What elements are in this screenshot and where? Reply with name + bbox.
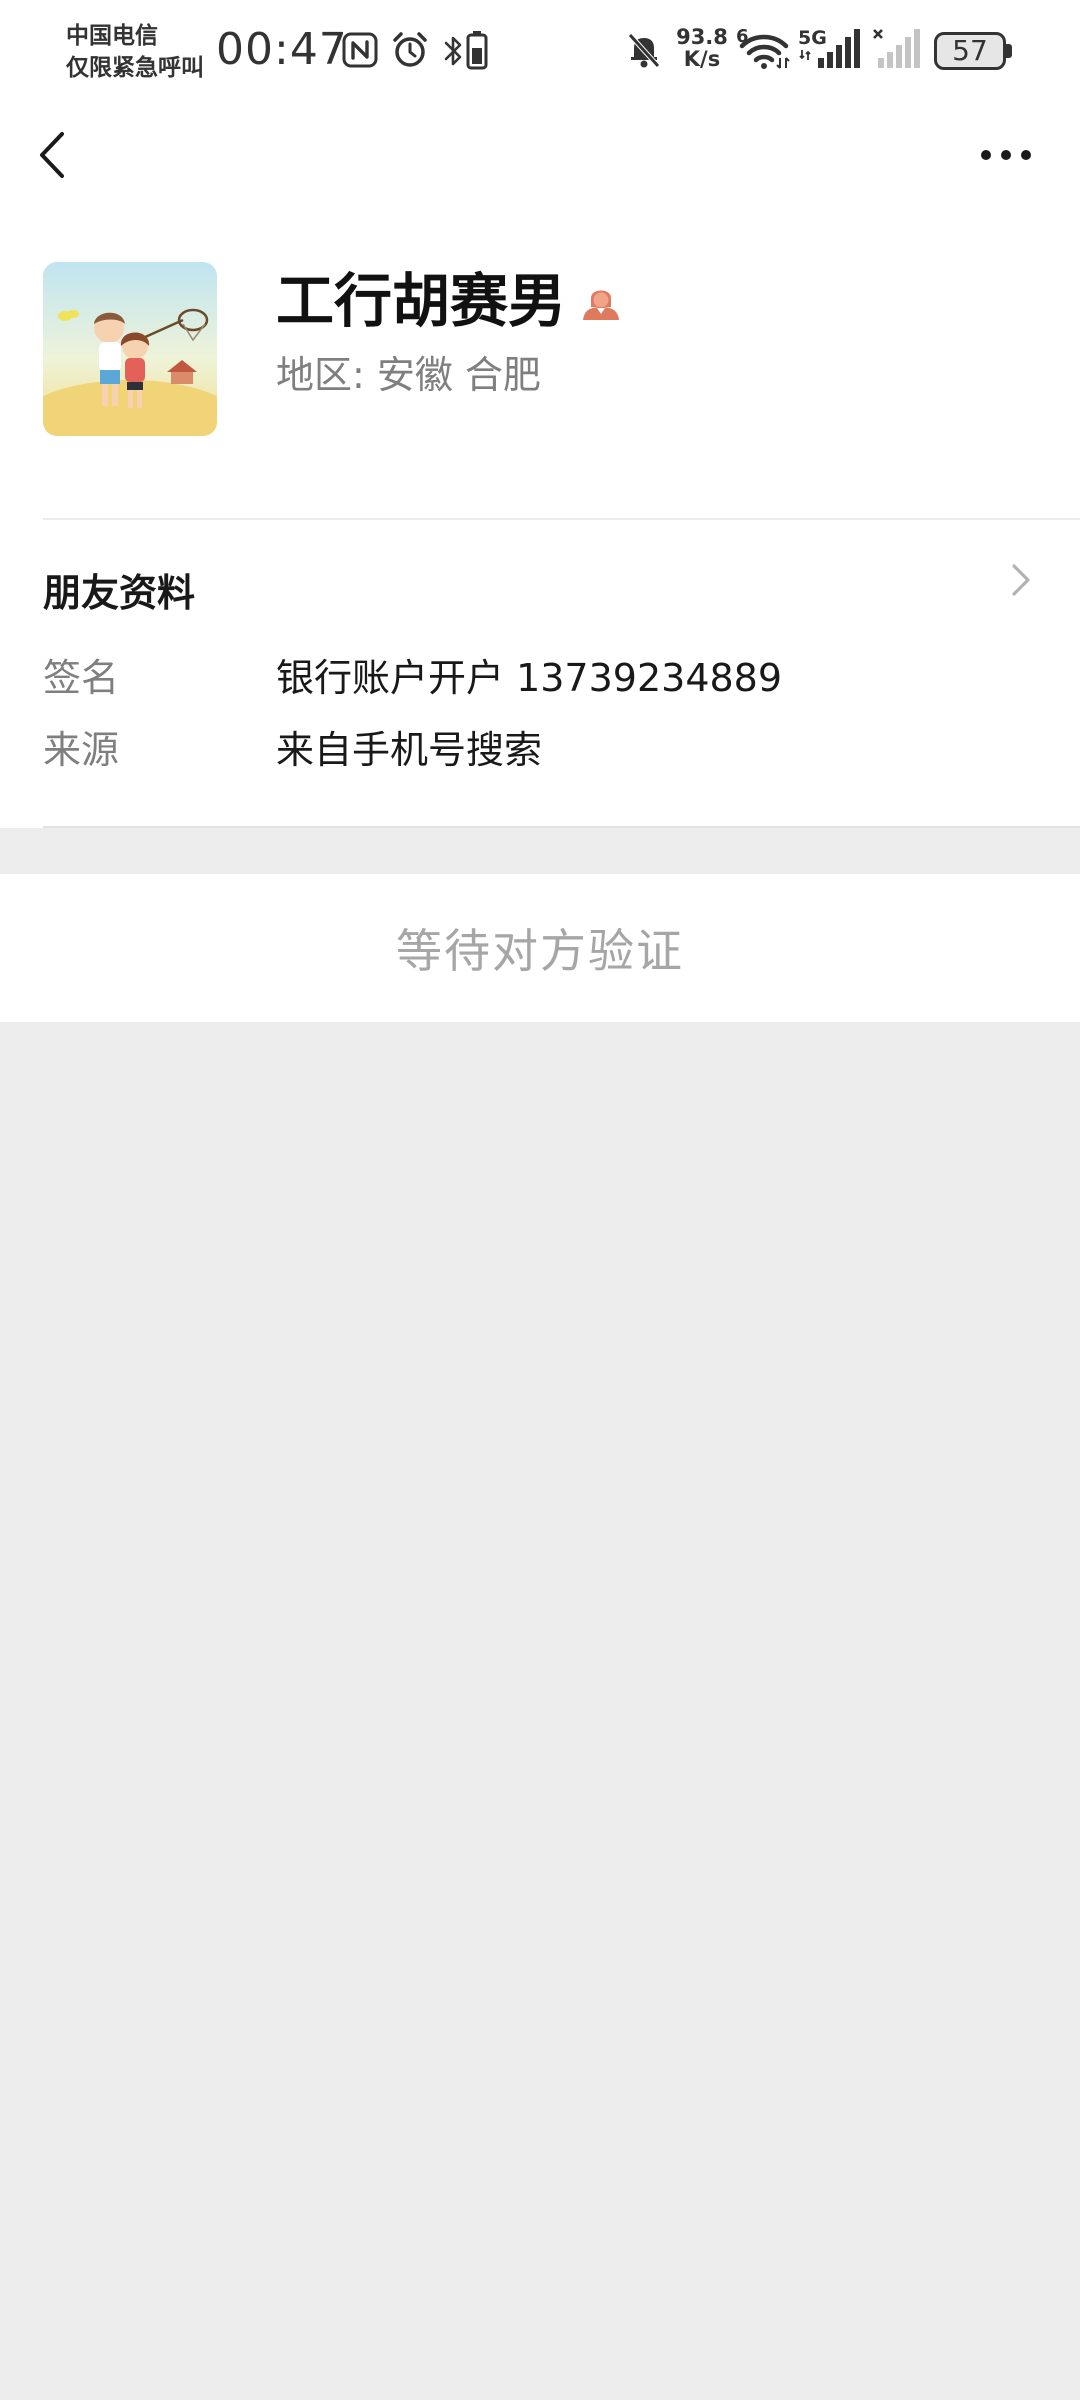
female-icon [583,290,620,320]
alarm-icon [393,32,427,67]
mute-icon [628,33,660,68]
wifi-icon: 6 [736,26,790,69]
region-province: 安徽 [376,353,453,397]
signal-icon: 5G [798,27,860,68]
region-info: 地区: 安徽 合肥 [276,350,541,400]
network-speed-value: 93.8 [676,25,728,49]
network-type: 5G [798,27,827,49]
region-label: 地区: [276,353,365,397]
battery-tip [1006,44,1012,58]
avatar[interactable] [43,262,217,436]
chevron-left-icon [40,132,64,178]
battery-indicator: 57 [934,32,1006,70]
section-title: 朋友资料 [43,571,196,615]
friend-info-row[interactable]: 朋友资料 [0,558,1080,628]
source-value: 来自手机号搜索 [276,728,543,772]
nfc-icon [342,32,378,68]
nickname: 工行胡赛男 [276,267,567,335]
status-bar: 中国电信 仅限紧急呼叫 00:47 93.8 K/s 6 5G 57 [0,0,1080,100]
network-speed-unit: K/s [683,47,721,71]
profile-header: 工行胡赛男 地区: 安徽 合肥 [0,210,1080,520]
avatar-image [43,262,217,436]
nav-bar [0,100,1080,210]
status-time: 00:47 [216,24,348,75]
signature-label: 签名 [43,656,120,700]
bluetooth-icon [444,36,462,66]
carrier-info: 中国电信 仅限紧急呼叫 [66,20,204,84]
carrier-name: 中国电信 [66,23,158,49]
source-label: 来源 [43,728,120,772]
more-dots-icon [981,150,1031,160]
back-button[interactable] [24,120,84,190]
more-button[interactable] [966,125,1046,185]
carrier-status: 仅限紧急呼叫 [66,55,204,81]
network-speed: 93.8 K/s [674,26,730,70]
region-city: 合肥 [464,353,541,397]
small-battery-icon [466,31,488,70]
no-signal-icon [873,29,920,68]
divider [43,826,1080,828]
nickname-row: 工行胡赛男 [276,262,622,340]
friend-info-card: 朋友资料 签名 银行账户开户 13739234889 来源 来自手机号搜索 [0,520,1080,828]
chevron-right-icon [1012,564,1030,596]
signature-value: 银行账户开户 13739234889 [276,656,783,700]
awaiting-verification-button: 等待对方验证 [0,874,1080,1022]
